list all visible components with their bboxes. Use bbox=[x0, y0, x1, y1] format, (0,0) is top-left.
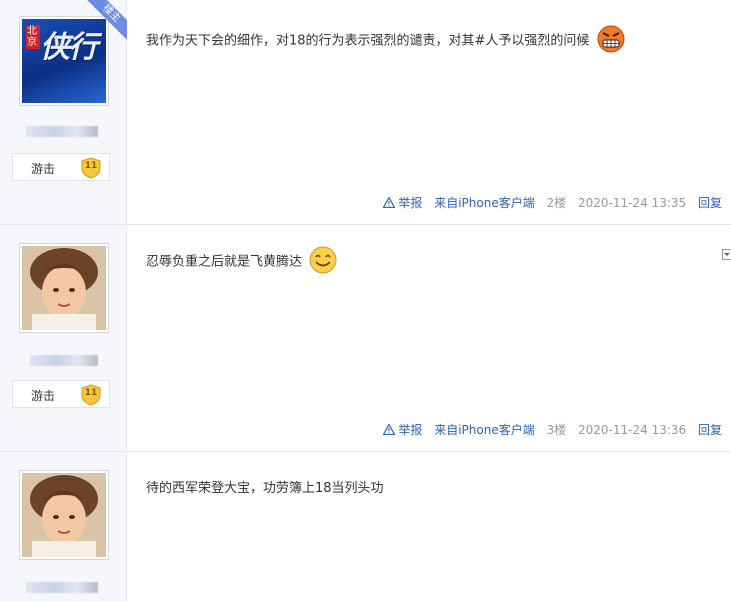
thread-starter-ribbon: 楼主 bbox=[81, 0, 127, 46]
post-time: 2020-11-24 13:36 bbox=[578, 423, 687, 437]
post-text: 待的西军荣登大宝，功劳簿上18当列头功 bbox=[146, 481, 384, 496]
collapse-toggle[interactable] bbox=[722, 249, 731, 260]
username-blurred[interactable] bbox=[26, 126, 98, 137]
reply-link[interactable]: 回复 bbox=[698, 423, 722, 437]
post-tail: 举报 来自iPhone客户端 2楼 2020-11-24 13:35 回复 bbox=[375, 194, 722, 211]
smile-face-icon bbox=[308, 245, 338, 279]
author-sidebar bbox=[0, 452, 127, 602]
username-blurred[interactable] bbox=[26, 582, 98, 593]
floor-number: 3楼 bbox=[546, 423, 567, 437]
angry-face-icon bbox=[596, 24, 626, 58]
badge-label: 游击 bbox=[31, 162, 56, 176]
username-blurred[interactable] bbox=[30, 355, 98, 366]
level-number: 11 bbox=[84, 388, 98, 398]
reply-link[interactable]: 回复 bbox=[698, 196, 722, 210]
avatar-frame[interactable] bbox=[19, 243, 109, 333]
report-label: 举报 bbox=[398, 196, 423, 210]
child-photo-icon bbox=[22, 473, 106, 557]
member-badge[interactable]: 游击 11 bbox=[12, 153, 110, 181]
level-shield-icon: 11 bbox=[80, 384, 102, 406]
post-floor-4: 待的西军荣登大宝，功劳簿上18当列头功 bbox=[0, 452, 731, 602]
level-shield-icon: 11 bbox=[80, 157, 102, 179]
badge-label: 游击 bbox=[31, 389, 56, 403]
warning-icon bbox=[382, 423, 396, 436]
report-link[interactable]: 举报 bbox=[382, 196, 427, 210]
post-content: 待的西军荣登大宝，功劳簿上18当列头功 bbox=[146, 477, 384, 496]
floor-number: 2楼 bbox=[546, 196, 567, 210]
ribbon-label: 楼主 bbox=[84, 0, 127, 41]
avatar-tag-text: 北京 bbox=[26, 25, 40, 49]
post-content: 忍辱负重之后就是飞黄腾达 bbox=[146, 245, 338, 279]
post-time: 2020-11-24 13:35 bbox=[578, 196, 687, 210]
author-sidebar: 游击 11 bbox=[0, 225, 127, 451]
post-content: 我作为天下会的细作，对18的行为表示强烈的谴责，对其#人予以强烈的问候 bbox=[146, 24, 626, 58]
report-label: 举报 bbox=[398, 423, 423, 437]
post-floor-2: 北京 侠行 游击 11 楼主 我作为天下会的细作，对18的行为表示强烈的谴责，对… bbox=[0, 0, 731, 225]
child-photo-icon bbox=[22, 246, 106, 330]
warning-icon bbox=[382, 196, 396, 209]
avatar[interactable] bbox=[22, 473, 106, 557]
client-source-link[interactable]: 来自iPhone客户端 bbox=[434, 423, 535, 437]
post-floor-3: 游击 11 忍辱负重之后就是飞黄腾达 举报 来自iPhone客户端 3楼 202… bbox=[0, 225, 731, 452]
client-source-link[interactable]: 来自iPhone客户端 bbox=[434, 196, 535, 210]
report-link[interactable]: 举报 bbox=[382, 423, 427, 437]
level-number: 11 bbox=[84, 161, 98, 171]
member-badge[interactable]: 游击 11 bbox=[12, 380, 110, 408]
post-text: 我作为天下会的细作，对18的行为表示强烈的谴责，对其#人予以强烈的问候 bbox=[146, 33, 590, 49]
post-tail: 举报 来自iPhone客户端 3楼 2020-11-24 13:36 回复 bbox=[375, 421, 722, 438]
avatar-frame[interactable] bbox=[19, 470, 109, 560]
post-text: 忍辱负重之后就是飞黄腾达 bbox=[146, 254, 303, 270]
avatar[interactable] bbox=[22, 246, 106, 330]
